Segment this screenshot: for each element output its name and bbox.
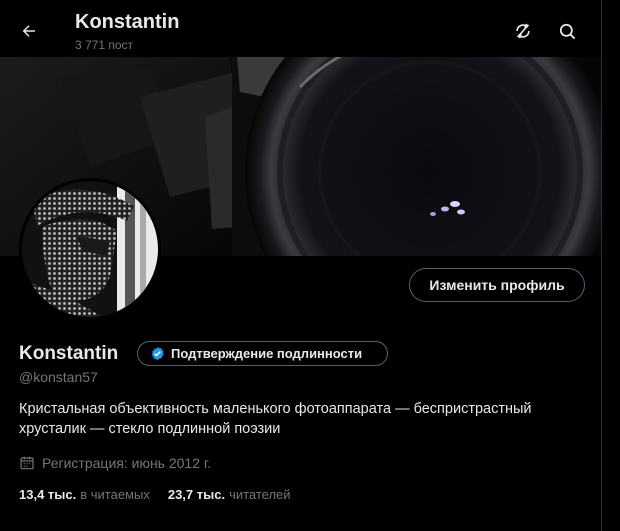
followers-count: 23,7 тыс.	[167, 487, 226, 502]
calendar-icon	[20, 456, 34, 470]
verified-badge-icon	[151, 346, 164, 361]
followers-label: читателей	[229, 487, 291, 502]
profile-avatar[interactable]	[19, 178, 161, 320]
arrow-left-icon	[22, 25, 35, 37]
posts-count: 3 771 пост	[75, 38, 134, 52]
join-date-label: Регистрация: июнь 2012 г.	[42, 455, 212, 471]
profile-name: Konstantin	[19, 343, 119, 364]
right-rail	[602, 0, 620, 531]
following-link[interactable]: 13,4 тыс. в читаемых	[19, 487, 150, 502]
page-title: Konstantin	[75, 11, 180, 33]
following-count: 13,4 тыс.	[19, 487, 77, 502]
back-button[interactable]	[14, 16, 44, 46]
follow-stats: 13,4 тыс. в читаемых 23,7 тыс. читателей	[19, 487, 291, 502]
following-label: в читаемых	[80, 487, 150, 502]
profile-header: Konstantin 3 771 пост	[0, 0, 601, 57]
join-date: Регистрация: июнь 2012 г.	[19, 455, 211, 471]
profile-bio: Кристальная объективность маленького фот…	[19, 401, 532, 437]
avatar-image	[22, 181, 158, 317]
search-icon	[559, 23, 575, 39]
search-button[interactable]	[553, 17, 581, 45]
verification-label: Подтверждение подлинности	[171, 346, 363, 361]
profile-handle: @konstan57	[19, 369, 98, 385]
followers-link[interactable]: 23,7 тыс. читателей	[168, 487, 291, 502]
edit-profile-button[interactable]: Изменить профиль	[409, 268, 585, 302]
circular-arrows-slashed-icon	[516, 23, 530, 39]
verification-button[interactable]: Подтверждение подлинности	[137, 341, 388, 366]
sync-button[interactable]	[509, 17, 537, 45]
